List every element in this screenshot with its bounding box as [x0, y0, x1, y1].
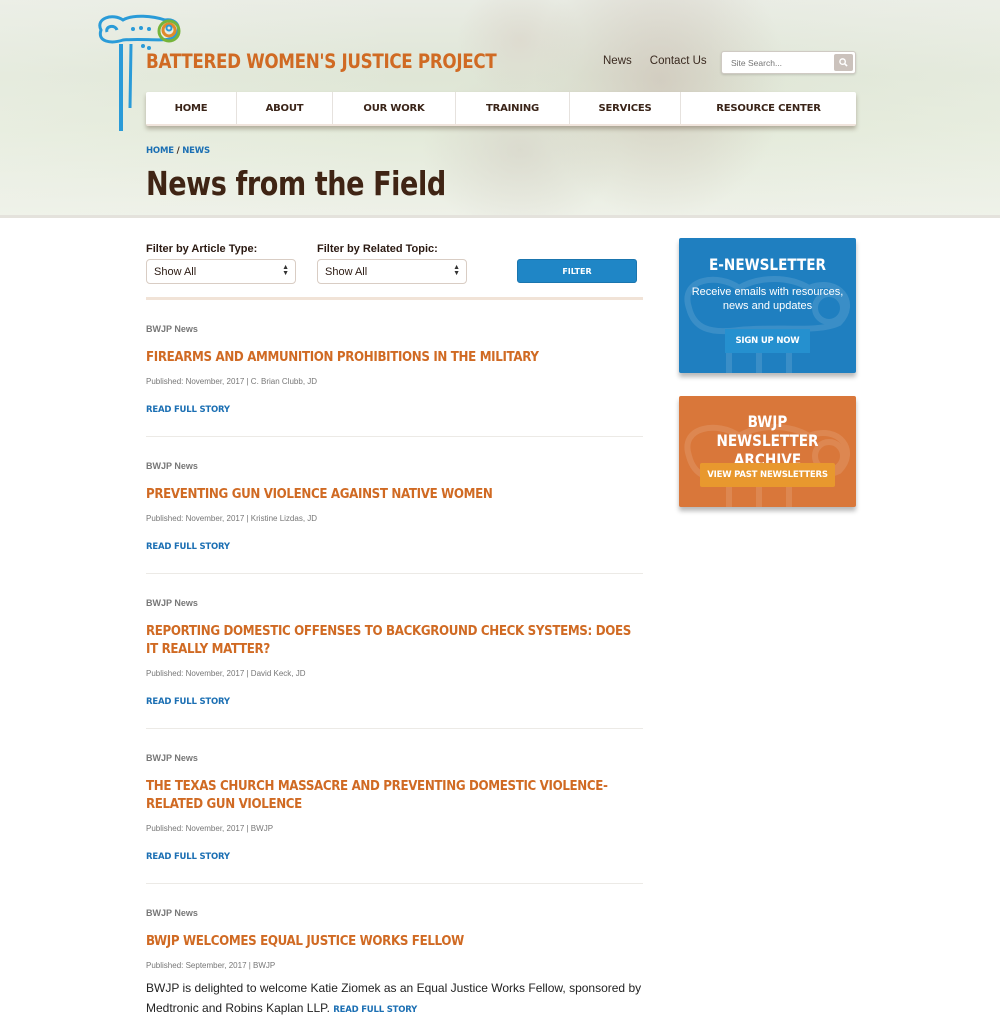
article-meta: Published: September, 2017 | BWJP: [146, 961, 276, 970]
read-full-story-link[interactable]: READ FULL STORY: [146, 542, 643, 552]
article-category: BWJP News: [146, 598, 198, 608]
breadcrumb-home[interactable]: HOME: [146, 146, 174, 156]
select-arrows-icon: ▲ ▼: [453, 264, 460, 277]
article-title[interactable]: BWJP WELCOMES EQUAL JUSTICE WORKS FELLOW: [146, 932, 643, 950]
topic-select-value: Show All: [325, 266, 368, 278]
hero-header: BATTERED WOMEN'S JUSTICE PROJECT News Co…: [0, 0, 1000, 218]
article-title[interactable]: FIREARMS AND AMMUNITION PROHIBITIONS IN …: [146, 348, 643, 366]
e-newsletter-description: Receive emails with resources, news and …: [691, 286, 844, 312]
article-type-select[interactable]: Show All ▲ ▼: [146, 259, 296, 284]
search-icon: [839, 58, 848, 67]
article-category: BWJP News: [146, 461, 198, 471]
article-category: BWJP News: [146, 908, 198, 918]
sign-up-now-button[interactable]: SIGN UP NOW: [725, 329, 810, 353]
topic-select[interactable]: Show All ▲ ▼: [317, 259, 467, 284]
view-past-newsletters-button[interactable]: VIEW PAST NEWSLETTERS: [700, 463, 835, 487]
e-newsletter-title: E-NEWSLETTER: [708, 255, 826, 274]
article-item: BWJP News THE TEXAS CHURCH MASSACRE AND …: [146, 753, 643, 862]
page-title: News from the Field: [146, 164, 446, 203]
read-full-story-link[interactable]: READ FULL STORY: [146, 697, 643, 707]
nav-item-our-work[interactable]: OUR WORK: [333, 92, 456, 124]
filter-button[interactable]: FILTER: [517, 259, 637, 283]
article-category: BWJP News: [146, 324, 198, 334]
main-nav: HOME ABOUT OUR WORK TRAINING SERVICES RE…: [146, 92, 856, 126]
select-arrows-icon: ▲ ▼: [282, 264, 289, 277]
site-search-input[interactable]: [731, 58, 831, 68]
article-divider: [146, 728, 643, 729]
article-item: BWJP News BWJP WELCOMES EQUAL JUSTICE WO…: [146, 908, 643, 1020]
read-full-story-link[interactable]: READ FULL STORY: [146, 405, 643, 415]
article-title[interactable]: THE TEXAS CHURCH MASSACRE AND PREVENTING…: [146, 777, 643, 813]
article-divider: [146, 573, 643, 574]
breadcrumb: HOME / NEWS: [146, 146, 210, 156]
utility-link-news[interactable]: News: [603, 55, 632, 67]
breadcrumb-news[interactable]: NEWS: [182, 146, 210, 156]
newsletter-archive-title: BWJP NEWSLETTER ARCHIVE: [716, 412, 819, 469]
article-title[interactable]: REPORTING DOMESTIC OFFENSES TO BACKGROUN…: [146, 622, 643, 658]
article-divider: [146, 883, 643, 884]
read-full-story-link[interactable]: READ FULL STORY: [333, 1005, 417, 1015]
article-type-select-value: Show All: [154, 266, 197, 278]
nav-item-training[interactable]: TRAINING: [456, 92, 570, 124]
article-divider: [146, 436, 643, 437]
article-title[interactable]: PREVENTING GUN VIOLENCE AGAINST NATIVE W…: [146, 485, 643, 503]
article-excerpt: BWJP is delighted to welcome Katie Ziome…: [146, 978, 643, 1020]
breadcrumb-separator: /: [176, 146, 180, 156]
nav-item-services[interactable]: SERVICES: [570, 92, 681, 124]
e-newsletter-widget: E-NEWSLETTER Receive emails with resourc…: [679, 238, 856, 373]
article-category: BWJP News: [146, 753, 198, 763]
site-search: [721, 51, 856, 74]
article-meta: Published: November, 2017 | BWJP: [146, 824, 274, 833]
nav-item-resource-center[interactable]: RESOURCE CENTER: [681, 92, 856, 124]
article-meta: Published: November, 2017 | Kristine Liz…: [146, 514, 318, 523]
filter-divider: [146, 297, 643, 300]
newsletter-archive-widget: BWJP NEWSLETTER ARCHIVE VIEW PAST NEWSLE…: [679, 396, 856, 507]
site-title[interactable]: BATTERED WOMEN'S JUSTICE PROJECT: [146, 50, 497, 73]
read-full-story-link[interactable]: READ FULL STORY: [146, 852, 643, 862]
topic-filter-label: Filter by Related Topic:: [317, 243, 438, 255]
article-item: BWJP News PREVENTING GUN VIOLENCE AGAINS…: [146, 461, 643, 552]
article-item: BWJP News FIREARMS AND AMMUNITION PROHIB…: [146, 324, 643, 415]
article-type-filter-label: Filter by Article Type:: [146, 243, 258, 255]
article-item: BWJP News REPORTING DOMESTIC OFFENSES TO…: [146, 598, 643, 707]
search-button[interactable]: [834, 54, 853, 71]
nav-item-about[interactable]: ABOUT: [237, 92, 333, 124]
utility-nav: News Contact Us: [603, 55, 707, 67]
article-meta: Published: November, 2017 | David Keck, …: [146, 669, 306, 678]
article-meta: Published: November, 2017 | C. Brian Clu…: [146, 377, 318, 386]
nav-item-home[interactable]: HOME: [146, 92, 237, 124]
utility-link-contact-us[interactable]: Contact Us: [650, 55, 707, 67]
